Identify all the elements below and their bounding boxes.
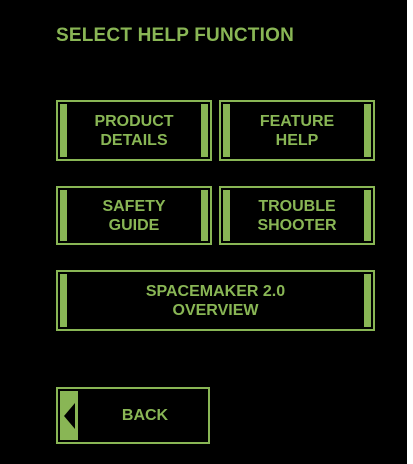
product-details-label-line1: PRODUCT	[94, 112, 174, 130]
feature-help-button[interactable]: FEATURE HELP	[219, 100, 375, 161]
product-details-button[interactable]: PRODUCT DETAILS	[56, 100, 212, 161]
left-arrow-icon	[64, 403, 75, 429]
back-tab	[60, 391, 78, 440]
safety-guide-button[interactable]: SAFETY GUIDE	[56, 186, 212, 245]
safety-guide-label-line1: SAFETY	[102, 197, 166, 215]
product-details-label-line2: DETAILS	[100, 131, 168, 149]
trouble-shooter-button[interactable]: TROUBLE SHOOTER	[219, 186, 375, 245]
page-title: SELECT HELP FUNCTION	[56, 25, 294, 46]
trouble-shooter-label-line1: TROUBLE	[258, 197, 336, 215]
back-label: BACK	[121, 406, 169, 424]
trouble-shooter-label-line2: SHOOTER	[257, 216, 337, 234]
overview-label-line1: SPACEMAKER 2.0	[145, 282, 286, 300]
help-screen: SELECT HELP FUNCTION PRODUCT DETAILS FEA…	[0, 0, 407, 464]
safety-guide-label-line2: GUIDE	[108, 216, 160, 234]
overview-label-line2: OVERVIEW	[172, 301, 259, 319]
spacemaker-overview-button[interactable]: SPACEMAKER 2.0 OVERVIEW	[56, 270, 375, 331]
feature-help-label-line2: HELP	[275, 131, 319, 149]
feature-help-label-line1: FEATURE	[259, 112, 335, 130]
back-button[interactable]: BACK	[56, 387, 210, 444]
